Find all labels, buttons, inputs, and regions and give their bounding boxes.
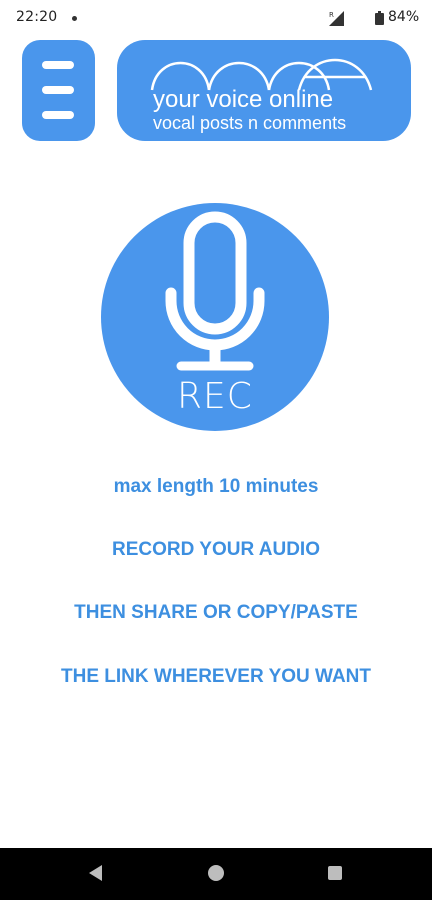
battery-percentage: 84% [388,9,420,25]
menu-line [42,111,74,119]
menu-line [42,86,74,94]
max-length-text: max length 10 minutes [113,476,319,497]
navigation-bar [0,848,432,900]
back-icon[interactable] [89,865,102,881]
status-bar: 22:20 R 84% [0,0,432,35]
app-logo-banner[interactable]: your voice online vocal posts n comments [117,40,411,141]
menu-line [42,61,74,69]
svg-text:R: R [329,11,334,19]
record-audio-text: RECORD YOUR AUDIO [112,539,320,560]
notification-dot-icon [72,16,77,21]
link-anywhere-text: THE LINK WHEREVER YOU WANT [61,666,371,687]
recents-icon[interactable] [328,866,342,880]
battery-icon [375,11,384,25]
home-icon[interactable] [208,865,224,881]
share-copy-text: THEN SHARE OR COPY/PASTE [74,602,358,623]
logo-tagline: your voice online [153,86,334,113]
status-time: 22:20 [16,9,58,25]
menu-button[interactable] [22,40,95,141]
record-button[interactable]: REC [101,203,329,431]
rec-label: REC [177,376,253,417]
logo-arches-icon [150,58,373,91]
signal-icon: R [329,11,344,26]
logo-subtitle: vocal posts n comments [153,113,347,133]
